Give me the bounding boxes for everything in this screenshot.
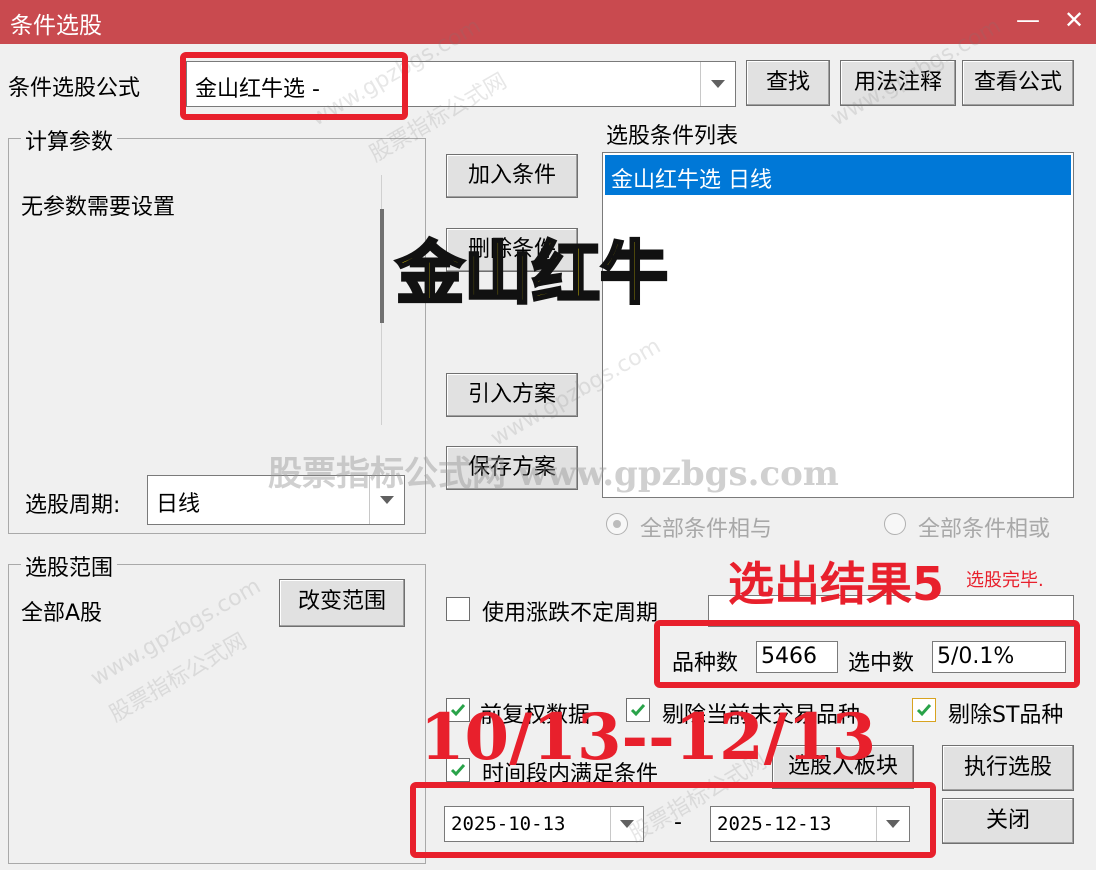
highlight-formula-box [180, 52, 408, 120]
period-value: 日线 [156, 492, 201, 517]
change-range-button[interactable]: 改变范围 [279, 579, 405, 627]
checkmark-icon [916, 704, 932, 717]
add-condition-button[interactable]: 加入条件 [446, 154, 578, 198]
find-button[interactable]: 查找 [746, 60, 830, 106]
and-label: 全部条件相与 [640, 517, 773, 542]
range-value: 全部A股 [21, 601, 103, 626]
and-radio[interactable] [606, 513, 628, 535]
date-overlay: 10/13--12/13 [420, 700, 877, 775]
watermark-center: 股票指标公式网 www.gpzbgs.com [268, 454, 839, 494]
or-label: 全部条件相或 [918, 517, 1051, 542]
range-legend: 选股范围 [21, 550, 118, 582]
close-button[interactable]: 关闭 [942, 798, 1074, 844]
chevron-down-icon[interactable] [700, 62, 735, 106]
status-text: 选股完毕. [966, 570, 1044, 591]
execute-button[interactable]: 执行选股 [942, 745, 1074, 791]
close-icon[interactable]: ✕ [1052, 0, 1096, 44]
title-bar: 条件选股 — ✕ [0, 0, 1096, 44]
formula-label: 条件选股公式 [8, 76, 141, 101]
variable-period-checkbox[interactable] [446, 597, 470, 621]
view-formula-button[interactable]: 查看公式 [962, 60, 1074, 106]
minimize-icon[interactable]: — [1006, 0, 1050, 44]
params-legend: 计算参数 [21, 124, 118, 156]
params-scrollbar[interactable] [380, 175, 396, 425]
exclude-st-label: 剔除ST品种 [948, 703, 1064, 728]
params-scroll-thumb[interactable] [380, 209, 384, 323]
title-overlay: 金山红牛 [394, 234, 669, 316]
exclude-st-checkbox[interactable] [912, 698, 936, 722]
period-label: 选股周期: [25, 493, 121, 518]
highlight-dates-box [410, 782, 936, 858]
window-title: 条件选股 [10, 13, 102, 39]
or-radio[interactable] [884, 513, 906, 535]
list-item[interactable]: 金山红牛选 日线 [605, 155, 1071, 195]
result-overlay: 选出结果5 [728, 557, 945, 611]
variable-period-label: 使用涨跌不定周期 [482, 601, 659, 626]
conditions-title: 选股条件列表 [606, 124, 739, 149]
highlight-stats-box [654, 620, 1080, 688]
params-empty-text: 无参数需要设置 [21, 195, 176, 220]
